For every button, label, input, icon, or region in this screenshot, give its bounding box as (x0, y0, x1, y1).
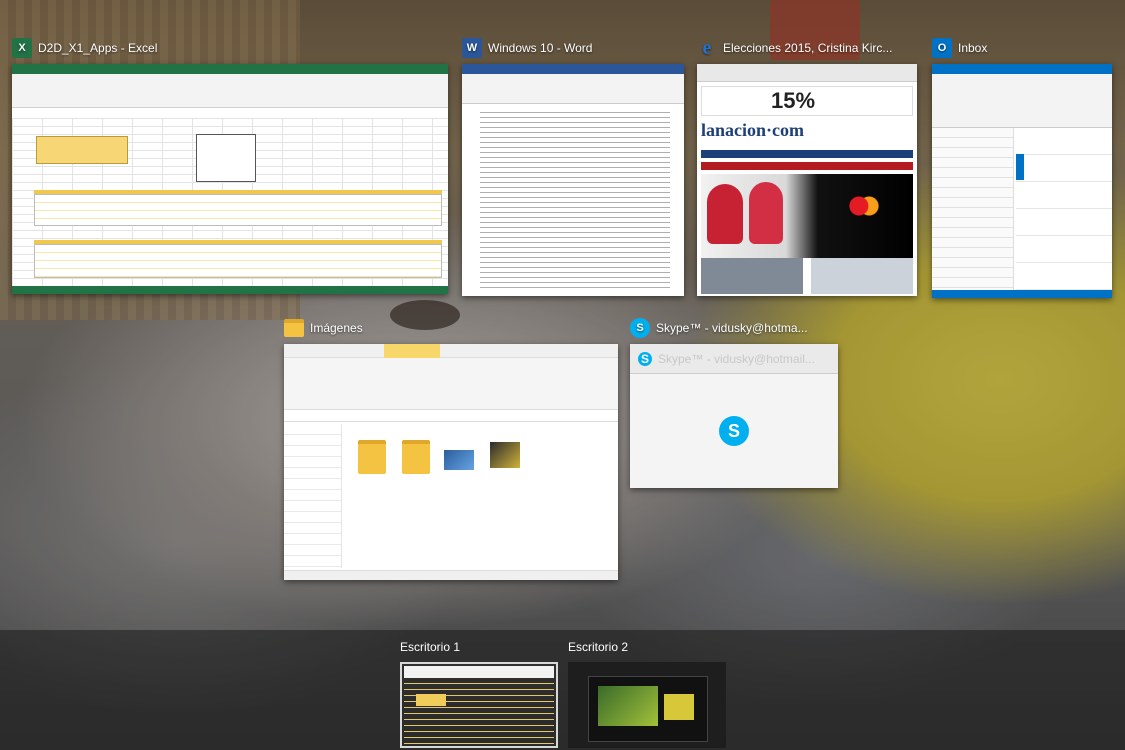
window-title-bar: O Inbox (932, 36, 987, 60)
window-title: Elecciones 2015, Cristina Kirc... (723, 41, 893, 55)
desktop-1[interactable]: Escritorio 1 (400, 640, 558, 750)
virtual-desktops-bar (0, 630, 1125, 750)
window-word[interactable]: W Windows 10 - Word (462, 36, 684, 298)
window-title-bar: W Windows 10 - Word (462, 36, 592, 60)
window-skype[interactable]: S Skype™ - vidusky@hotma... S Skype™ - v… (630, 316, 840, 492)
window-title: Imágenes (310, 321, 363, 335)
promo-text: 15% (771, 88, 816, 113)
desktop-1-thumbnail[interactable] (400, 662, 558, 748)
skype-logo-icon: S (719, 416, 749, 446)
word-thumbnail[interactable] (462, 64, 684, 296)
skype-header: S Skype™ - vidusky@hotmail... (630, 344, 838, 374)
window-excel[interactable]: X D2D_X1_Apps - Excel (12, 36, 450, 298)
window-title: D2D_X1_Apps - Excel (38, 41, 158, 55)
window-outlook[interactable]: O Inbox (932, 36, 1112, 298)
edge-thumbnail[interactable]: 15% lanacion·com (697, 64, 917, 296)
edge-icon: e (702, 36, 712, 59)
window-title: Windows 10 - Word (488, 41, 593, 55)
explorer-thumbnail[interactable] (284, 344, 618, 580)
desktop-2-thumbnail[interactable] (568, 662, 726, 748)
window-title-bar: S Skype™ - vidusky@hotma... (630, 316, 808, 340)
skype-thumbnail[interactable]: S Skype™ - vidusky@hotmail... S (630, 344, 838, 488)
window-title: Skype™ - vidusky@hotma... (656, 321, 808, 335)
excel-thumbnail[interactable] (12, 64, 448, 294)
skype-icon: S (630, 318, 650, 338)
word-icon: W (462, 38, 482, 58)
outlook-icon: O (932, 38, 952, 58)
window-explorer[interactable]: Imágenes (284, 316, 618, 582)
desktop-label: Escritorio 2 (568, 640, 629, 654)
folder-icon (284, 319, 304, 337)
skype-header-title: Skype™ - vidusky@hotmail... (658, 351, 815, 366)
excel-icon: X (12, 38, 32, 58)
skype-small-icon: S (638, 351, 652, 366)
window-title-bar: Imágenes (284, 316, 363, 340)
desktop-label: Escritorio 1 (400, 640, 461, 654)
window-title: Inbox (958, 41, 988, 55)
window-edge[interactable]: e Elecciones 2015, Cristina Kirc... 15% … (697, 36, 919, 298)
outlook-thumbnail[interactable] (932, 64, 1112, 298)
window-title-bar: X D2D_X1_Apps - Excel (12, 36, 157, 60)
window-title-bar: e Elecciones 2015, Cristina Kirc... (697, 36, 893, 60)
desktop-2[interactable]: Escritorio 2 (568, 640, 726, 750)
site-logo: lanacion·com (701, 120, 804, 140)
